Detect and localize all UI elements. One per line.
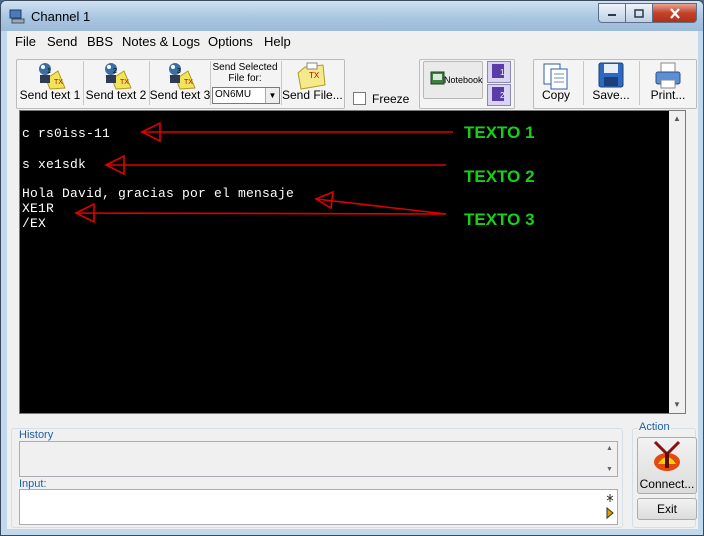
copy-icon: [543, 63, 568, 90]
minimize-button[interactable]: [598, 3, 625, 23]
arrow-texto-2: [104, 154, 446, 176]
send-text-2-label: Send text 2: [85, 88, 147, 102]
menu-bar: File Send BBS Notes & Logs Options Help: [7, 31, 698, 51]
send-file-button[interactable]: TX Send File...: [282, 59, 343, 105]
send-selected-file-label: Send Selected File for:: [212, 62, 278, 84]
terminal-output[interactable]: c rs0iss-11 s xe1sdk Hola David, gracias…: [19, 110, 686, 414]
svg-text:3: 3: [177, 68, 181, 75]
input-resize-icon[interactable]: [605, 492, 615, 522]
svg-text:TX: TX: [184, 79, 193, 86]
menu-notes-logs[interactable]: Notes & Logs: [122, 34, 200, 49]
send-text-3-label: Send text 3: [149, 88, 211, 102]
svg-text:TX: TX: [54, 79, 63, 86]
app-window: Channel 1 File Send BBS Notes & Logs Opt…: [0, 0, 704, 536]
svg-text:1: 1: [500, 68, 505, 77]
terminal-scrollbar[interactable]: ▲ ▼: [669, 111, 685, 413]
notebook-page-2-button[interactable]: 2: [487, 84, 511, 106]
freeze-checkbox[interactable]: Freeze: [353, 92, 409, 106]
book-icon: 1: [492, 64, 505, 78]
file-for-select[interactable]: ON6MU ▼: [212, 87, 280, 104]
maximize-icon: [634, 8, 644, 18]
menu-send[interactable]: Send: [47, 34, 77, 49]
annotation-texto-3: TEXTO 3: [464, 210, 535, 229]
history-label: History: [18, 429, 55, 441]
connect-icon: [653, 440, 681, 471]
send-text-icon: TX 1: [39, 63, 66, 90]
client-area: File Send BBS Notes & Logs Options Help …: [7, 31, 698, 529]
arrow-texto-1: [140, 121, 453, 143]
scroll-down-icon[interactable]: ▼: [669, 397, 685, 413]
notebook-button[interactable]: Notebook: [423, 61, 483, 99]
menu-options[interactable]: Options: [208, 34, 253, 49]
title-bar[interactable]: Channel 1: [1, 1, 703, 31]
send-text-1-button[interactable]: TX 1 Send text 1: [19, 59, 81, 105]
close-icon: [669, 7, 680, 19]
annotation-arrows: [74, 121, 453, 224]
arrow-texto-3a: [314, 190, 447, 215]
send-text-icon: TX 3: [169, 63, 196, 90]
svg-text:TX: TX: [120, 79, 129, 86]
send-selected-file-group: Send Selected File for: ON6MU ▼: [211, 61, 280, 105]
menu-file[interactable]: File: [15, 34, 36, 49]
svg-text:TX: TX: [309, 71, 320, 80]
save-button[interactable]: Save...: [587, 59, 635, 105]
svg-text:2: 2: [113, 68, 117, 75]
copy-button[interactable]: Copy: [534, 59, 578, 105]
menu-help[interactable]: Help: [264, 34, 291, 49]
maximize-button[interactable]: [625, 3, 652, 23]
scroll-up-icon[interactable]: ▲: [669, 111, 685, 127]
arrow-texto-3b: [74, 202, 447, 224]
copy-label: Copy: [541, 88, 570, 102]
input-field[interactable]: [19, 489, 618, 525]
svg-text:1: 1: [47, 68, 51, 75]
send-file-label: Send File...: [282, 88, 343, 102]
annotation-texto-1: TEXTO 1: [464, 123, 535, 142]
connect-label: Connect...: [639, 477, 695, 491]
file-for-value: ON6MU: [215, 89, 252, 100]
send-text-2-button[interactable]: TX 2 Send text 2: [85, 59, 147, 105]
svg-text:2: 2: [500, 91, 505, 100]
freeze-checkbox-box[interactable]: [353, 92, 366, 105]
send-text-icon: TX 2: [105, 63, 132, 90]
print-label: Print...: [650, 88, 686, 102]
history-field[interactable]: ▲ ▼: [19, 441, 618, 477]
app-icon: [9, 9, 25, 24]
save-label: Save...: [592, 88, 630, 102]
send-file-icon: TX: [297, 62, 326, 90]
notebook-page-1-button[interactable]: 1: [487, 61, 511, 83]
close-button[interactable]: [652, 3, 697, 23]
send-text-1-label: Send text 1: [19, 88, 81, 102]
save-icon: [598, 62, 624, 88]
notebook-label: Notebook: [444, 75, 483, 85]
window-title: Channel 1: [31, 9, 91, 24]
send-text-3-button[interactable]: TX 3 Send text 3: [149, 59, 211, 105]
chevron-down-icon: ▼: [265, 88, 279, 103]
history-scrollbar[interactable]: ▲ ▼: [603, 442, 617, 476]
print-icon: [655, 62, 681, 89]
exit-label: Exit: [656, 502, 677, 516]
menu-bbs[interactable]: BBS: [87, 34, 113, 49]
minimize-icon: [608, 14, 616, 16]
print-button[interactable]: Print...: [643, 59, 693, 105]
connect-button[interactable]: Connect...: [637, 437, 697, 494]
freeze-label: Freeze: [372, 92, 410, 106]
annotation-texto-2: TEXTO 2: [464, 167, 535, 186]
exit-button[interactable]: Exit: [637, 498, 697, 520]
book-icon: 2: [492, 87, 505, 101]
action-label: Action: [638, 421, 671, 433]
